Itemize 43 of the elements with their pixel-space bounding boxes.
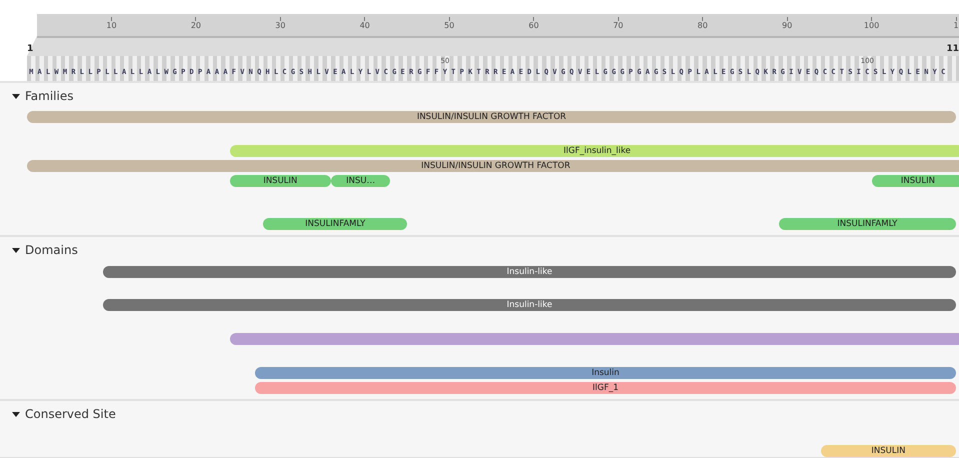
tick-mark — [702, 17, 704, 21]
feature-bar[interactable]: Insulin-like — [103, 299, 956, 311]
feature-bar[interactable]: Insulin — [255, 367, 956, 379]
caret-icon — [12, 94, 20, 98]
tick-mark — [364, 17, 366, 21]
tick-label: 20 — [190, 21, 201, 31]
feature-bar[interactable]: INSULINFAMLY — [263, 218, 408, 230]
tick-label: 100 — [864, 21, 880, 31]
feature-bar[interactable]: INSULIN — [872, 175, 959, 187]
feature-bar[interactable]: INSULINFAMLY — [778, 218, 956, 230]
section-toggle[interactable]: Families — [0, 83, 74, 105]
tick-mark — [871, 17, 872, 21]
tick-label: 1 — [953, 21, 959, 31]
tick-mark — [110, 17, 112, 21]
tick-label: 80 — [698, 21, 708, 31]
feature-bar[interactable]: INSULIN — [820, 445, 956, 457]
feature-bar[interactable]: IlGF_insulin_like — [230, 145, 959, 157]
section-toggle[interactable]: Conserved Site — [0, 401, 116, 423]
tick-mark — [280, 17, 281, 21]
tick-label: 60 — [528, 21, 539, 31]
tick-mark — [195, 17, 196, 21]
feature-bar[interactable]: INSU… — [331, 175, 390, 187]
start-position: 1 — [27, 44, 34, 54]
tick-mark — [786, 17, 788, 21]
tick-label: 40 — [360, 21, 370, 31]
tick-label: 30 — [275, 21, 286, 31]
tick-mark — [448, 17, 450, 21]
feature-bar[interactable] — [230, 333, 959, 345]
feature-bar[interactable]: INSULIN/INSULIN GROWTH FACTOR — [27, 111, 956, 123]
tick-label: 90 — [782, 21, 792, 31]
feature-bar[interactable]: INSULIN/INSULIN GROWTH FACTOR — [27, 160, 959, 172]
end-position: 11 — [946, 44, 959, 54]
tick-label: 50 — [444, 21, 454, 31]
tick-label: 70 — [613, 21, 624, 31]
tick-mark — [533, 17, 534, 21]
feature-bar[interactable]: IlGF_1 — [255, 382, 956, 394]
tick-mark — [618, 17, 619, 21]
feature-bar[interactable]: INSULIN — [230, 175, 332, 187]
tick-label: 10 — [106, 21, 117, 31]
feature-bar[interactable]: Insulin-like — [103, 266, 956, 278]
caret-icon — [12, 248, 20, 252]
section-toggle[interactable]: Domains — [0, 237, 78, 259]
caret-icon — [12, 412, 20, 416]
